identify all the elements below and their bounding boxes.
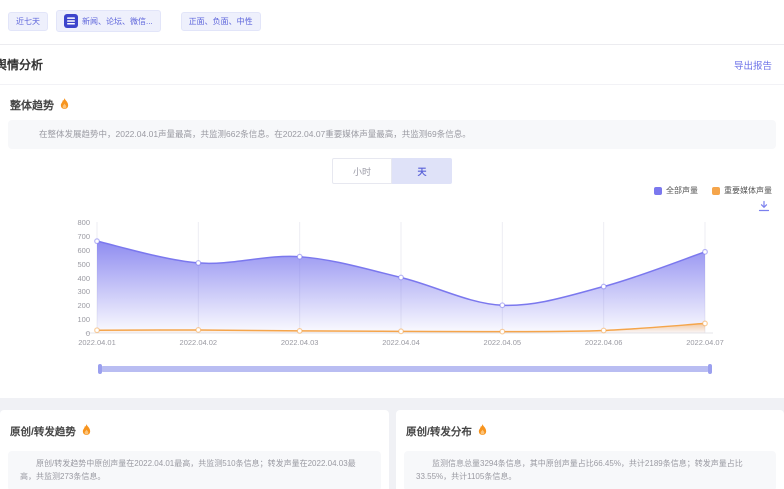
trend-chart-area: 800 700 600 500 400 300 200 100 02022.04.01 2022.… xyxy=(0,205,784,355)
legend-item-all-volume[interactable]: 全部声量 xyxy=(654,185,698,196)
legend-label-media-volume: 重要媒体声量 xyxy=(724,185,772,196)
filter-bar: 近七天 新闻、论坛、微信... 正面、负面、中性 xyxy=(8,10,261,32)
sentiments-chip[interactable]: 正面、负面、中性 xyxy=(181,12,261,31)
overall-trend-title: 整体趋势 xyxy=(10,97,54,113)
legend-swatch-all-volume xyxy=(654,187,662,195)
sources-chip[interactable]: 新闻、论坛、微信... xyxy=(56,10,161,32)
date-range-chip[interactable]: 近七天 xyxy=(8,12,48,31)
y-axis-tick: 500 xyxy=(60,260,90,269)
sources-icon xyxy=(64,14,78,28)
granularity-toggle: 小时 天 xyxy=(332,158,452,184)
toggle-day-button[interactable]: 天 xyxy=(392,158,452,184)
chart-datazoom-slider[interactable] xyxy=(100,366,710,372)
y-axis-tick: 300 xyxy=(60,287,90,296)
y-axis-tick: 600 xyxy=(60,246,90,255)
x-axis-tick: 2022.04.01 xyxy=(62,338,132,347)
fire-icon xyxy=(81,424,92,439)
original-forward-distribution-card: 原创/转发分布 监测信息总量3294条信息，其中原创声量占比66.45%，共计2… xyxy=(396,410,784,489)
x-axis-tick: 2022.04.06 xyxy=(569,338,639,347)
overall-trend-title-row: 整体趋势 xyxy=(10,97,70,113)
x-axis-tick: 2022.04.03 xyxy=(265,338,335,347)
y-axis-tick: 400 xyxy=(60,274,90,283)
original-forward-trend-summary-box: 原创/转发趋势中原创声量在2022.04.01最高，共监测510条信息；转发声量… xyxy=(8,451,381,489)
x-axis-tick: 2022.04.05 xyxy=(467,338,537,347)
toggle-hour-button[interactable]: 小时 xyxy=(332,158,392,184)
sources-label: 新闻、论坛、微信... xyxy=(82,16,153,27)
section-header: 舆情分析 导出报告 xyxy=(0,45,784,85)
original-forward-distribution-title: 原创/转发分布 xyxy=(406,424,472,439)
original-forward-trend-summary: 原创/转发趋势中原创声量在2022.04.01最高，共监测510条信息；转发声量… xyxy=(20,458,369,484)
date-range-label: 近七天 xyxy=(16,16,40,27)
chart-legend: 全部声量 重要媒体声量 xyxy=(654,185,772,196)
export-report-link[interactable]: 导出报告 xyxy=(734,58,772,72)
legend-label-all-volume: 全部声量 xyxy=(666,185,698,196)
datazoom-right-handle[interactable] xyxy=(708,364,712,374)
y-axis-tick: 100 xyxy=(60,315,90,324)
original-forward-distribution-summary: 监测信息总量3294条信息，其中原创声量占比66.45%，共计2189条信息；转… xyxy=(416,458,764,484)
original-forward-trend-card: 原创/转发趋势 原创/转发趋势中原创声量在2022.04.01最高，共监测510… xyxy=(0,410,389,489)
fire-icon xyxy=(59,98,70,113)
overall-trend-summary-box: 在整体发展趋势中，2022.04.01声量最高，共监测662条信息。在2022.… xyxy=(8,120,776,149)
y-axis-tick: 0 xyxy=(60,329,90,338)
original-forward-trend-title: 原创/转发趋势 xyxy=(10,424,76,439)
legend-item-media-volume[interactable]: 重要媒体声量 xyxy=(712,185,772,196)
sentiments-label: 正面、负面、中性 xyxy=(189,16,253,27)
fire-icon xyxy=(477,424,488,439)
original-forward-distribution-summary-box: 监测信息总量3294条信息，其中原创声量占比66.45%，共计2189条信息；转… xyxy=(404,451,776,489)
overall-trend-summary: 在整体发展趋势中，2022.04.01声量最高，共监测662条信息。在2022.… xyxy=(22,128,762,141)
bottom-section: 原创/转发趋势 原创/转发趋势中原创声量在2022.04.01最高，共监测510… xyxy=(0,398,784,489)
trend-chart[interactable] xyxy=(0,205,784,355)
y-axis-tick: 800 xyxy=(60,218,90,227)
legend-swatch-media-volume xyxy=(712,187,720,195)
page-title: 舆情分析 xyxy=(0,56,43,73)
x-axis-tick: 2022.04.07 xyxy=(670,338,740,347)
datazoom-left-handle[interactable] xyxy=(98,364,102,374)
y-axis-tick: 200 xyxy=(60,301,90,310)
original-forward-distribution-title-row: 原创/转发分布 xyxy=(396,410,784,439)
x-axis-tick: 2022.04.04 xyxy=(366,338,436,347)
sentiment-analysis-page: 近七天 新闻、论坛、微信... 正面、负面、中性 舆情分析 导出报告 整体趋势 … xyxy=(0,0,784,489)
y-axis-tick: 700 xyxy=(60,232,90,241)
x-axis-tick: 2022.04.02 xyxy=(163,338,233,347)
original-forward-trend-title-row: 原创/转发趋势 xyxy=(0,410,389,439)
